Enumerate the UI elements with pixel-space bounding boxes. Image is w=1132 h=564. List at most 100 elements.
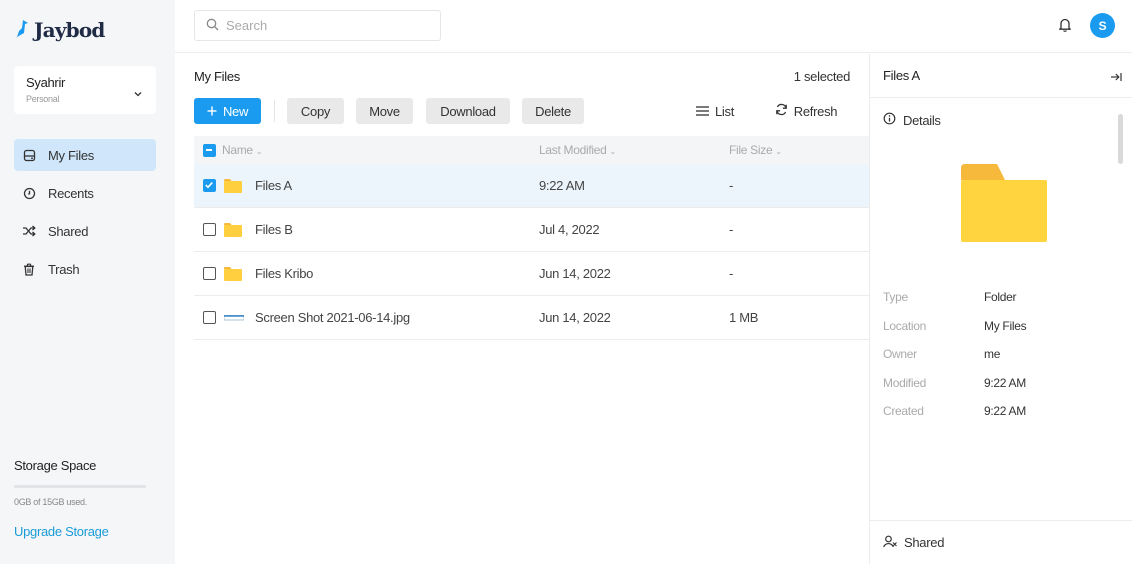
collapse-panel-icon[interactable]	[1111, 70, 1122, 85]
storage-used-text: 0GB of 15GB used.	[14, 497, 87, 507]
file-table: Name ⌄ Last Modified ⌄ File Size ⌄ Files A …	[194, 136, 869, 340]
app: Jaybod Syahrir Personal My Files Recents	[0, 0, 1132, 564]
property-row-modified: Modified 9:22 AM	[883, 376, 1113, 405]
account-switcher[interactable]: Syahrir Personal	[14, 66, 156, 114]
row-checkbox[interactable]	[203, 267, 219, 280]
plus-icon	[207, 104, 217, 119]
move-button[interactable]: Move	[356, 98, 413, 124]
avatar[interactable]: S	[1090, 13, 1115, 38]
sidebar-item-label: Shared	[48, 223, 89, 239]
file-size: -	[729, 178, 734, 193]
column-header-label: Last Modified	[539, 143, 607, 157]
property-value: me	[984, 347, 1001, 361]
property-row-created: Created 9:22 AM	[883, 404, 1113, 433]
details-shared-section[interactable]: Shared	[870, 520, 1132, 564]
jaybod-logo-icon	[14, 19, 30, 42]
table-row[interactable]: Screen Shot 2021-06-14.jpg Jun 14, 2022 …	[194, 296, 869, 340]
sidebar-item-my-files[interactable]: My Files	[14, 139, 156, 171]
row-checkbox[interactable]	[203, 223, 219, 236]
clock-icon	[22, 186, 36, 200]
folder-icon	[224, 178, 244, 193]
search-input[interactable]	[226, 18, 426, 33]
refresh-icon	[775, 103, 788, 119]
table-header: Name ⌄ Last Modified ⌄ File Size ⌄	[194, 136, 869, 164]
file-toolbar: New Copy Move Download Delete List Refre…	[194, 98, 854, 124]
sidebar-nav: My Files Recents Shared Trash	[14, 139, 156, 291]
delete-button[interactable]: Delete	[522, 98, 584, 124]
download-button[interactable]: Download	[426, 98, 510, 124]
details-label: Details	[903, 112, 941, 128]
details-title: Files A	[883, 68, 920, 83]
row-checkbox[interactable]	[203, 311, 219, 324]
files-panel: My Files 1 selected New Copy Move Downlo…	[175, 54, 869, 564]
checkbox-checked-icon	[203, 179, 216, 192]
folder-icon	[224, 266, 244, 281]
column-header-name[interactable]: Name ⌄	[222, 143, 539, 157]
shared-label: Shared	[904, 535, 945, 550]
refresh-label: Refresh	[793, 103, 838, 119]
property-row-owner: Owner me	[883, 347, 1113, 376]
brand-logo[interactable]: Jaybod	[14, 18, 105, 42]
column-header-modified[interactable]: Last Modified ⌄	[539, 143, 729, 157]
checkbox-empty-icon	[203, 223, 216, 236]
chevron-down-icon: ⌄	[775, 147, 782, 156]
checkbox-empty-icon	[203, 267, 216, 280]
folder-preview-icon	[961, 164, 1047, 245]
new-button[interactable]: New	[194, 98, 261, 124]
file-modified: Jul 4, 2022	[539, 222, 600, 237]
sidebar-item-label: My Files	[48, 147, 94, 163]
checkbox-empty-icon	[203, 311, 216, 324]
select-all-checkbox[interactable]	[203, 143, 219, 157]
file-modified: 9:22 AM	[539, 178, 585, 193]
column-header-label: File Size	[729, 143, 773, 157]
chevron-down-icon: ⌄	[255, 147, 263, 156]
column-header-label: Name	[222, 143, 253, 157]
property-key: Type	[883, 290, 908, 304]
table-row[interactable]: Files A 9:22 AM -	[194, 164, 869, 208]
column-header-size[interactable]: File Size ⌄	[729, 143, 829, 157]
sidebar-item-shared[interactable]: Shared	[14, 215, 156, 247]
sidebar-item-label: Trash	[48, 261, 80, 277]
property-row-type: Type Folder	[883, 290, 1113, 319]
table-row[interactable]: Files B Jul 4, 2022 -	[194, 208, 869, 252]
property-key: Created	[883, 404, 924, 418]
info-icon	[883, 112, 896, 128]
image-file-icon	[224, 314, 244, 321]
details-section-label: Details	[883, 112, 941, 128]
shared-users-icon	[883, 535, 898, 551]
search-box[interactable]	[194, 10, 441, 41]
sidebar-item-recents[interactable]: Recents	[14, 177, 156, 209]
bell-icon[interactable]	[1058, 17, 1072, 35]
copy-button[interactable]: Copy	[287, 98, 344, 124]
table-row[interactable]: Files Kribo Jun 14, 2022 -	[194, 252, 869, 296]
upgrade-storage-link[interactable]: Upgrade Storage	[14, 524, 109, 539]
details-header: Files A	[870, 54, 1132, 98]
refresh-button[interactable]: Refresh	[768, 98, 844, 124]
file-name: Files Kribo	[255, 266, 314, 281]
file-name: Files B	[255, 222, 293, 237]
checkbox-partial-icon	[203, 143, 216, 157]
sidebar-item-trash[interactable]: Trash	[14, 253, 156, 285]
top-bar: S	[175, 0, 1132, 53]
file-size: -	[729, 266, 734, 281]
list-view-button[interactable]: List	[690, 98, 740, 124]
selected-count: 1 selected	[793, 69, 851, 84]
file-modified: Jun 14, 2022	[539, 266, 611, 281]
chevron-down-icon	[134, 85, 142, 100]
shuffle-icon	[22, 224, 36, 238]
file-size: 1 MB	[729, 310, 759, 325]
hard-drive-icon	[22, 148, 36, 162]
property-value: 9:22 AM	[984, 404, 1026, 418]
search-icon	[206, 18, 219, 34]
details-properties: Type Folder Location My Files Owner me Modi…	[883, 290, 1113, 433]
page-title: My Files	[194, 69, 240, 84]
row-checkbox[interactable]	[203, 179, 219, 192]
details-scrollbar[interactable]	[1118, 114, 1123, 164]
toolbar-divider	[274, 100, 275, 122]
details-panel: Files A Details Type Folder Location My Fi…	[869, 54, 1132, 564]
trash-icon	[22, 262, 36, 276]
file-name: Files A	[255, 178, 292, 193]
property-key: Owner	[883, 347, 917, 361]
property-key: Modified	[883, 375, 926, 390]
brand-name: Jaybod	[34, 18, 105, 42]
